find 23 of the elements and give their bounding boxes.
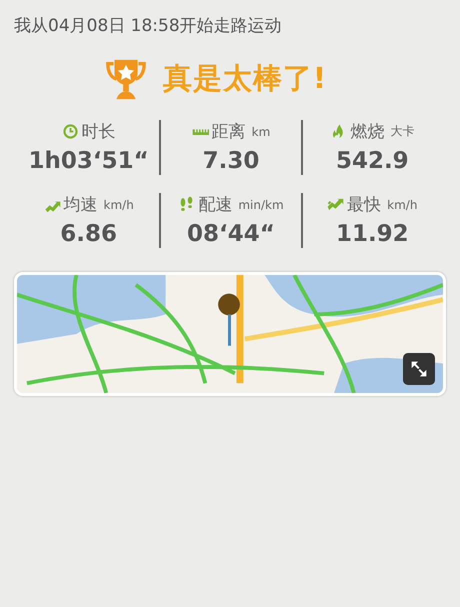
- stat-unit: km/h: [387, 198, 418, 212]
- stat-unit: 大卡: [390, 123, 414, 140]
- stat-label: 配速: [198, 194, 232, 216]
- stat-value: 7.30: [202, 147, 260, 175]
- clock-icon: [62, 123, 79, 140]
- stat-label: 最快: [347, 194, 382, 216]
- stat-value: 11.92: [336, 220, 409, 248]
- stat-label: 均速: [64, 194, 98, 216]
- footprints-icon: [178, 196, 196, 213]
- title-text: 真是太棒了!: [162, 60, 328, 97]
- stat-value: 6.86: [60, 220, 118, 248]
- double-arrow-icon: [327, 196, 344, 213]
- stat-unit: min/km: [238, 198, 284, 212]
- stat-label: 燃烧: [350, 121, 384, 143]
- stat-value: 542.9: [336, 147, 409, 175]
- stat-label: 时长: [82, 121, 116, 143]
- stat-value: 1h03‘51“: [28, 147, 149, 175]
- stat-unit: km: [252, 124, 270, 138]
- start-time-text: 我从04月08日 18:58开始走路运动: [14, 15, 282, 38]
- fullscreen-button[interactable]: [403, 353, 435, 385]
- stat-label: 距离: [212, 121, 246, 143]
- stat-value: 08‘44“: [187, 220, 275, 248]
- stat-unit: km/h: [104, 198, 134, 212]
